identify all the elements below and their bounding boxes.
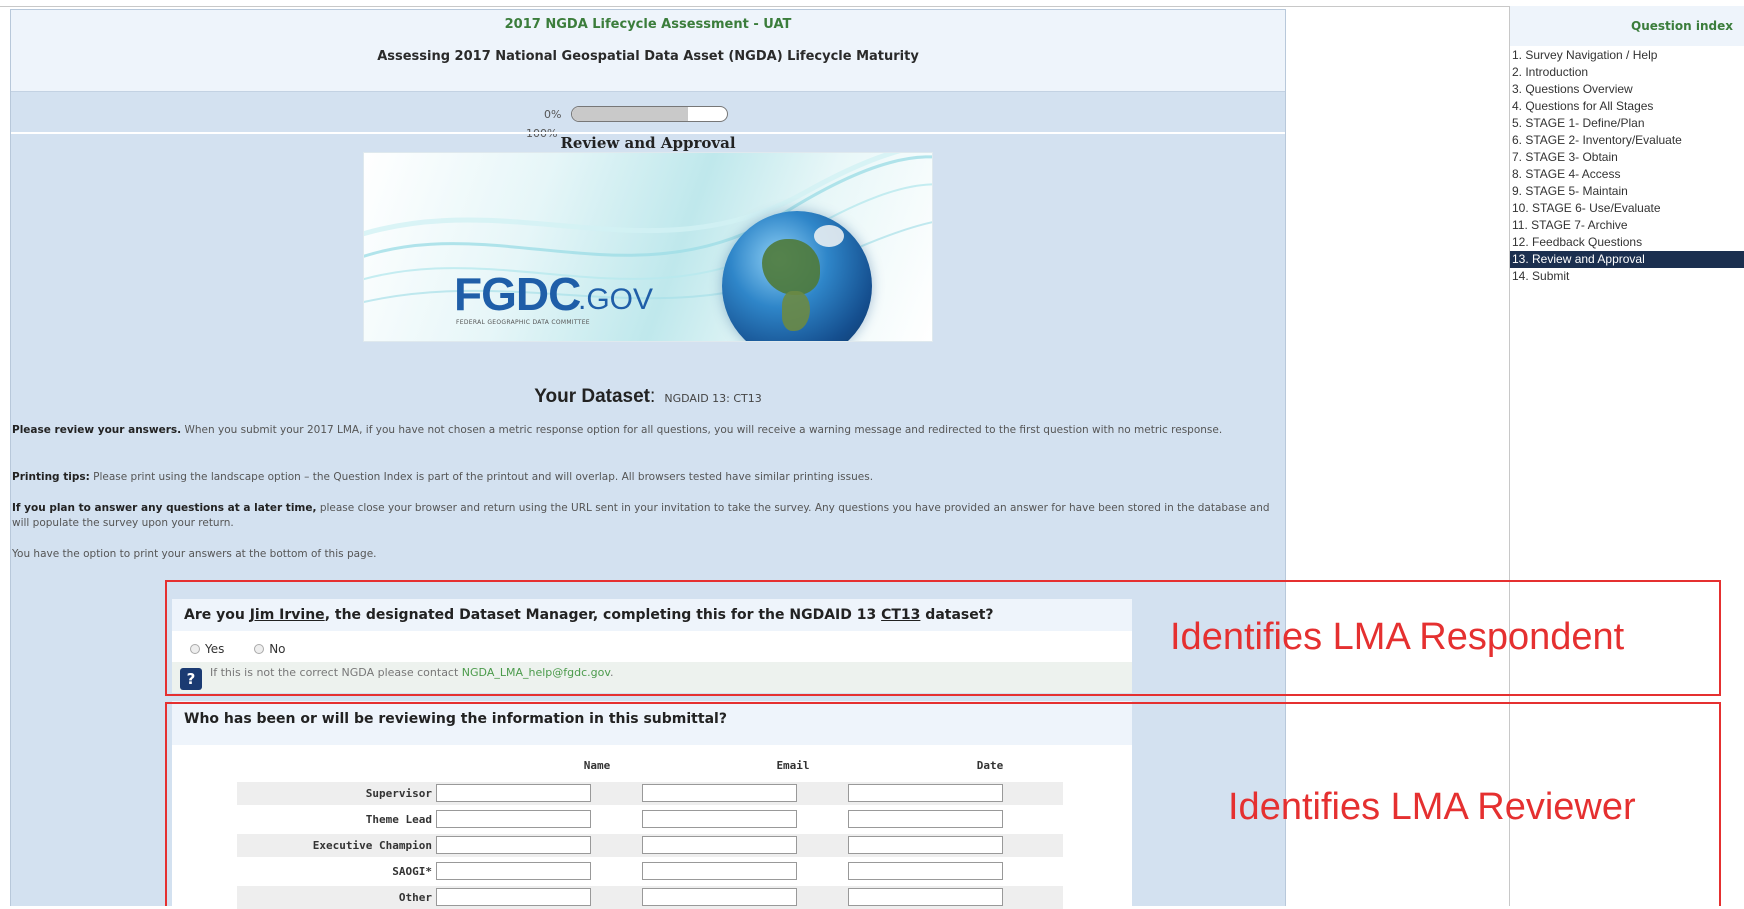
fgdc-banner-image: FGDC .GOV FEDERAL GEOGRAPHIC DATA COMMIT… [363,152,933,342]
index-item-active[interactable]: 13. Review and Approval [1510,251,1744,268]
index-item[interactable]: 1. Survey Navigation / Help [1510,47,1744,64]
survey-title: 2017 NGDA Lifecycle Assessment - UAT [504,17,792,32]
index-item[interactable]: 11. STAGE 7- Archive [1510,217,1744,234]
review-bold: Please review your answers. [12,424,182,436]
respondent-annotation-label: Identifies LMA Respondent [1170,616,1625,658]
printing-tips: Printing tips: Please print using the la… [12,470,1282,485]
reviewer-annotation-label: Identifies LMA Reviewer [1228,786,1636,828]
question-index-list: 1. Survey Navigation / Help 2. Introduct… [1510,47,1744,285]
dataset-label: Your Dataset [534,386,651,407]
progress-start-label: 0% [544,108,562,121]
index-item[interactable]: 10. STAGE 6- Use/Evaluate [1510,200,1744,217]
progress-bar [571,106,728,122]
index-item[interactable]: 8. STAGE 4- Access [1510,166,1744,183]
later-bold: If you plan to answer any questions at a… [12,502,317,514]
top-divider [0,6,1744,7]
survey-header: 2017 NGDA Lifecycle Assessment - UAT Ass… [11,10,1285,92]
section-title: Review and Approval [560,134,736,152]
later-instructions: If you plan to answer any questions at a… [12,501,1282,531]
review-text: When you submit your 2017 LMA, if you ha… [181,424,1223,436]
brand-logo-suffix: .GOV [578,283,654,316]
question-index-title: Question index [1631,19,1733,33]
index-item[interactable]: 2. Introduction [1510,64,1744,81]
index-item[interactable]: 4. Questions for All Stages [1510,98,1744,115]
index-item[interactable]: 6. STAGE 2- Inventory/Evaluate [1510,132,1744,149]
printing-text: Please print using the landscape option … [89,471,874,483]
index-item[interactable]: 14. Submit [1510,268,1744,285]
survey-subtitle: Assessing 2017 National Geospatial Data … [377,49,919,64]
dataset-value: NGDAID 13: CT13 [664,392,762,405]
index-item[interactable]: 7. STAGE 3- Obtain [1510,149,1744,166]
question-index-header: Question index [1510,6,1744,46]
index-item[interactable]: 12. Feedback Questions [1510,234,1744,251]
index-item[interactable]: 5. STAGE 1- Define/Plan [1510,115,1744,132]
dataset-line: Your Dataset: NGDAID 13: CT13 [11,386,1285,408]
brand-logo-text: FGDC [454,268,581,320]
brand-subtitle: FEDERAL GEOGRAPHIC DATA COMMITTEE [456,319,590,326]
print-option-text: You have the option to print your answer… [12,548,377,560]
dataset-colon: : [650,386,656,407]
progress-bar-fill [572,107,689,121]
review-instructions: Please review your answers. When you sub… [12,423,1282,438]
index-item[interactable]: 9. STAGE 5- Maintain [1510,183,1744,200]
index-item[interactable]: 3. Questions Overview [1510,81,1744,98]
printing-bold: Printing tips: [12,471,90,483]
